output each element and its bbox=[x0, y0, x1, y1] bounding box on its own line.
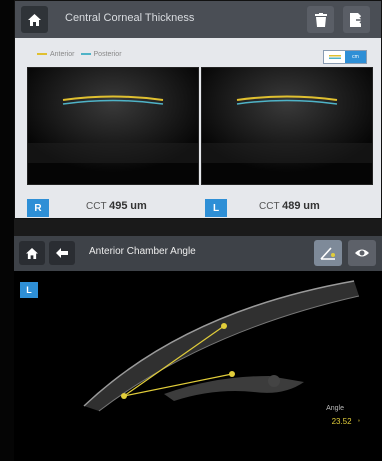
cct-header: Central Corneal Thickness bbox=[15, 1, 381, 38]
right-eye-badge: R bbox=[27, 199, 49, 217]
angle-panel: Anterior Chamber Angle L bbox=[14, 236, 382, 461]
cct-title: Central Corneal Thickness bbox=[65, 12, 195, 24]
angle-value: 23.52 bbox=[331, 417, 352, 426]
toggle-right-option[interactable]: cm bbox=[345, 51, 366, 63]
home-icon bbox=[26, 247, 38, 259]
right-cct-label: CCT bbox=[86, 201, 107, 212]
left-cornea-scan bbox=[202, 68, 372, 184]
home-button[interactable] bbox=[21, 6, 48, 33]
angle-label: Angle bbox=[326, 405, 344, 412]
delete-button[interactable] bbox=[307, 6, 334, 33]
right-cct-unit: um bbox=[130, 200, 147, 212]
display-mode-toggle[interactable]: cm bbox=[323, 50, 367, 64]
left-cct-unit: um bbox=[303, 200, 320, 212]
right-cornea-scan bbox=[28, 68, 198, 184]
eye-view-button[interactable] bbox=[348, 240, 376, 266]
angle-unit: ° bbox=[357, 420, 360, 426]
left-edge-strip bbox=[0, 0, 14, 461]
eye-icon bbox=[355, 249, 369, 257]
angle-tool-button[interactable] bbox=[314, 240, 342, 266]
angle-readout: 23.52 ° bbox=[332, 417, 360, 426]
right-cct-value: 495 bbox=[109, 200, 128, 212]
left-eye-badge: L bbox=[205, 199, 227, 217]
left-cct-label: CCT bbox=[259, 201, 280, 212]
toggle-left-option[interactable] bbox=[324, 51, 345, 63]
angle-measure-icon bbox=[320, 247, 335, 260]
export-document-icon bbox=[350, 12, 363, 27]
angle-title: Anterior Chamber Angle bbox=[89, 246, 196, 257]
legend-anterior-label: Anterior bbox=[50, 51, 75, 58]
back-button[interactable] bbox=[49, 241, 75, 265]
right-eye-oct-image bbox=[27, 67, 199, 185]
legend-anterior-swatch bbox=[37, 53, 47, 56]
trash-icon bbox=[314, 12, 327, 27]
home-icon bbox=[28, 13, 41, 26]
legend-anterior: Anterior bbox=[37, 51, 75, 58]
back-arrow-icon bbox=[56, 248, 68, 258]
left-eye-oct-image bbox=[201, 67, 373, 185]
left-cct-value: 489 bbox=[282, 200, 301, 212]
boundary-legend: Anterior Posterior bbox=[37, 51, 122, 58]
angle-header: Anterior Chamber Angle bbox=[14, 236, 382, 271]
legend-posterior-label: Posterior bbox=[93, 51, 122, 58]
legend-posterior-swatch bbox=[80, 53, 91, 56]
left-cct-readout: CCT 489 um bbox=[259, 200, 320, 212]
eye-side-badge: L bbox=[20, 282, 38, 298]
boundary-lines-icon bbox=[328, 55, 341, 59]
legend-posterior: Posterior bbox=[80, 51, 122, 58]
home-button-2[interactable] bbox=[19, 241, 45, 265]
right-cct-readout: CCT 495 um bbox=[86, 200, 147, 212]
export-button[interactable] bbox=[343, 6, 370, 33]
cct-panel: Central Corneal Thickness Anterior Poste… bbox=[14, 0, 382, 219]
